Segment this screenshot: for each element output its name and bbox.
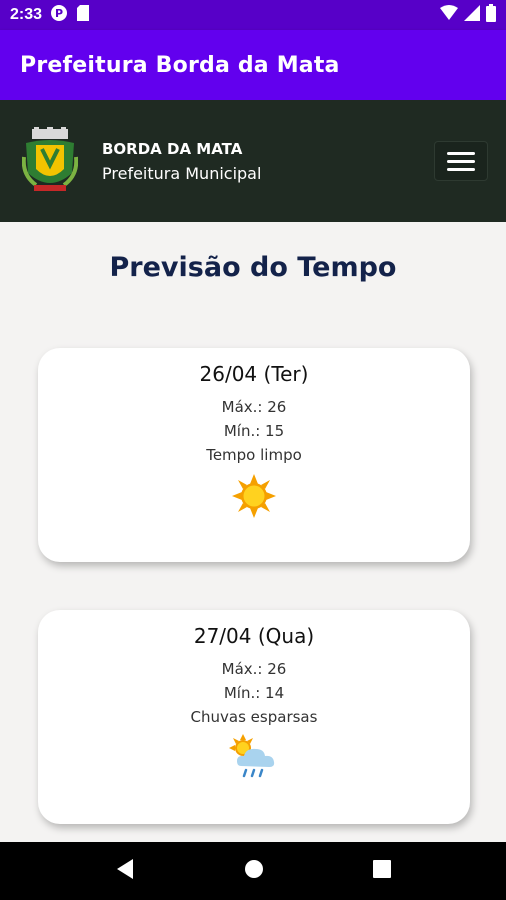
svg-text:P: P	[55, 7, 63, 20]
forecast-max: Máx.: 26	[221, 660, 287, 678]
sd-card-icon	[76, 4, 90, 26]
hamburger-menu-button[interactable]	[434, 141, 488, 181]
app-notification-icon: P	[50, 4, 68, 27]
forecast-condition: Tempo limpo	[206, 446, 302, 464]
hamburger-icon-bar	[447, 151, 475, 155]
forecast-condition: Chuvas esparsas	[190, 708, 318, 726]
main-content: Previsão do Tempo 26/04 (Ter) Máx.: 26 M…	[0, 222, 506, 842]
signal-icon	[464, 4, 480, 26]
coat-of-arms-logo	[21, 127, 79, 195]
app-bar: Prefeitura Borda da Mata	[0, 30, 506, 100]
page-title: Previsão do Tempo	[109, 252, 397, 283]
hamburger-icon-bar	[447, 167, 475, 171]
back-icon[interactable]	[115, 858, 135, 885]
wifi-icon	[440, 4, 458, 26]
brand-subtitle: Prefeitura Municipal	[102, 163, 262, 183]
sun-icon	[232, 474, 276, 518]
forecast-card: 26/04 (Ter) Máx.: 26 Mín.: 15 Tempo limp…	[38, 348, 470, 562]
app-title: Prefeitura Borda da Mata	[20, 52, 340, 78]
site-header: BORDA DA MATA Prefeitura Municipal	[0, 100, 506, 222]
forecast-min: Mín.: 14	[223, 684, 285, 702]
brand-name: BORDA DA MATA	[102, 139, 243, 158]
sun-cloud-rain-icon	[229, 734, 275, 778]
status-bar: 2:33 P	[0, 0, 506, 30]
forecast-max: Máx.: 26	[221, 398, 287, 416]
forecast-date: 26/04 (Ter)	[199, 362, 309, 386]
forecast-date: 27/04 (Qua)	[193, 624, 315, 648]
status-time: 2:33	[10, 6, 43, 23]
home-icon[interactable]	[244, 859, 264, 884]
hamburger-icon-bar	[447, 159, 475, 163]
battery-icon	[486, 3, 496, 27]
system-nav-bar	[0, 842, 506, 900]
forecast-card: 27/04 (Qua) Máx.: 26 Mín.: 14 Chuvas esp…	[38, 610, 470, 824]
forecast-min: Mín.: 15	[223, 422, 285, 440]
recents-icon[interactable]	[373, 859, 392, 883]
